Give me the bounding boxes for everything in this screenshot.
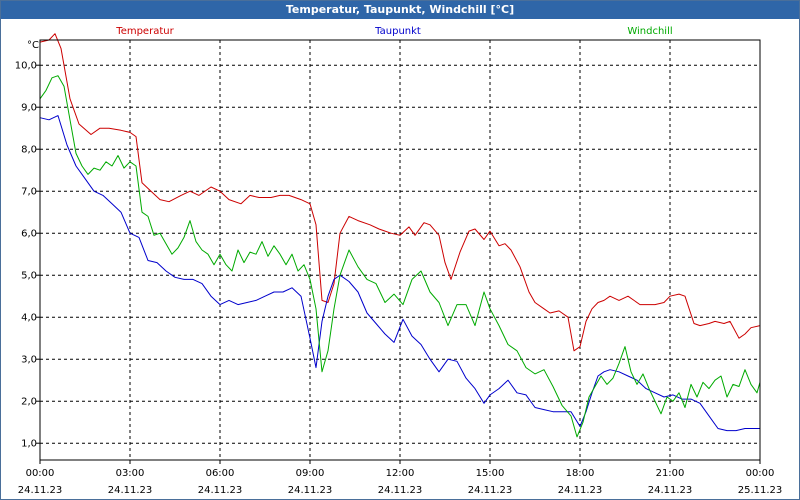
x-tick-date: 25.11.23 bbox=[738, 485, 783, 496]
y-tick-label: 9,0 bbox=[21, 103, 37, 114]
y-tick-label: 10,0 bbox=[15, 61, 37, 72]
grid bbox=[40, 40, 760, 460]
y-tick-label: 1,0 bbox=[21, 439, 37, 450]
x-tick-time: 12:00 bbox=[386, 468, 415, 479]
x-tick-date: 24.11.23 bbox=[198, 485, 243, 496]
y-axis: 1,0 2,0 3,0 4,0 5,0 6,0 7,0 8,0 9,0 10,0 bbox=[15, 61, 40, 450]
x-tick-time: 03:00 bbox=[116, 468, 145, 479]
x-tick-time: 06:00 bbox=[206, 468, 235, 479]
x-axis: 00:00 24.11.23 03:00 24.11.23 06:00 24.11.23 0… bbox=[18, 460, 783, 496]
x-tick-date: 24.11.23 bbox=[378, 485, 423, 496]
legend-temperatur: Temperatur bbox=[115, 26, 174, 37]
y-tick-label: 2,0 bbox=[21, 397, 37, 408]
x-tick-date: 24.11.23 bbox=[648, 485, 693, 496]
x-tick-date: 24.11.23 bbox=[468, 485, 513, 496]
legend: Temperatur Taupunkt Windchill bbox=[115, 26, 672, 37]
x-tick-time: 15:00 bbox=[476, 468, 505, 479]
legend-windchill: Windchill bbox=[627, 26, 672, 37]
x-tick-date: 24.11.23 bbox=[288, 485, 333, 496]
x-tick-time: 18:00 bbox=[566, 468, 595, 479]
y-tick-label: 7,0 bbox=[21, 187, 37, 198]
x-tick-time: 00:00 bbox=[746, 468, 775, 479]
chart-canvas: 1,0 2,0 3,0 4,0 5,0 6,0 7,0 8,0 9,0 10,0 00:00 24.… bbox=[15, 26, 783, 496]
y-tick-label: 6,0 bbox=[21, 229, 37, 240]
y-tick-label: 5,0 bbox=[21, 271, 37, 282]
y-tick-label: 4,0 bbox=[21, 313, 37, 324]
x-tick-date: 24.11.23 bbox=[558, 485, 603, 496]
y-tick-label: 3,0 bbox=[21, 355, 37, 366]
x-tick-date: 24.11.23 bbox=[108, 485, 153, 496]
x-tick-time: 00:00 bbox=[26, 468, 55, 479]
y-tick-label: 8,0 bbox=[21, 145, 37, 156]
legend-taupunkt: Taupunkt bbox=[374, 26, 421, 37]
y-axis-unit: °C bbox=[27, 40, 39, 51]
x-tick-date: 24.11.23 bbox=[18, 485, 63, 496]
x-tick-time: 21:00 bbox=[656, 468, 685, 479]
x-tick-time: 09:00 bbox=[296, 468, 325, 479]
